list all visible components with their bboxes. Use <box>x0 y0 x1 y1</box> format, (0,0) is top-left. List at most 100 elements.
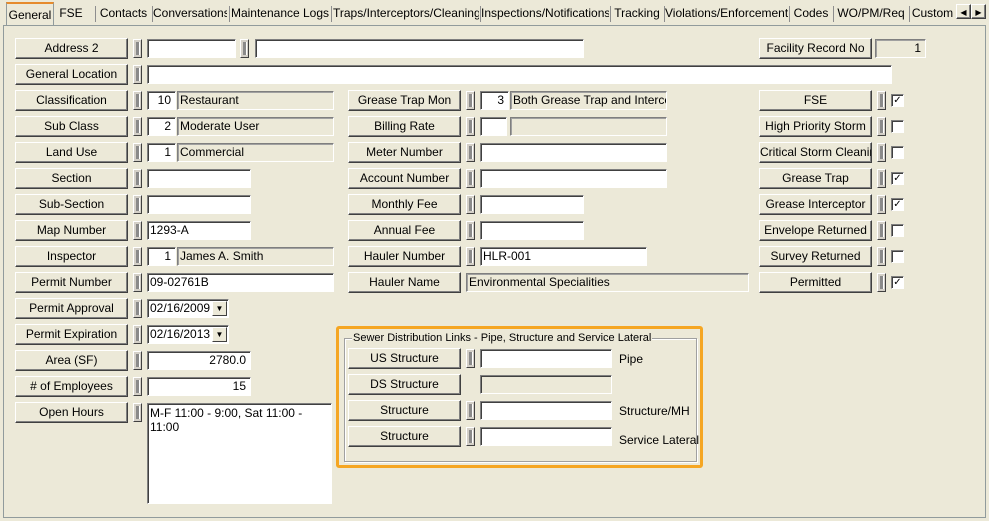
billing-rate-code-field[interactable] <box>480 117 507 136</box>
chevron-down-icon[interactable]: ▼ <box>212 327 227 342</box>
area-button[interactable]: Area (SF) <box>15 350 128 371</box>
grease-interceptor-handle[interactable] <box>877 195 886 214</box>
sub-class-button[interactable]: Sub Class <box>15 116 128 137</box>
permitted-button[interactable]: Permitted <box>759 272 872 293</box>
hauler-name-button[interactable]: Hauler Name <box>348 272 461 293</box>
billing-rate-button[interactable]: Billing Rate <box>348 116 461 137</box>
grease-trap-mon-handle[interactable] <box>466 91 475 110</box>
sub-section-button[interactable]: Sub-Section <box>15 194 128 215</box>
critical-storm-cleaning-checkbox[interactable] <box>891 146 904 159</box>
land-use-handle[interactable] <box>133 143 142 162</box>
address2-handle-2[interactable] <box>240 39 249 58</box>
permit-approval-date-picker[interactable]: 02/16/2009 ▼ <box>147 299 229 318</box>
account-number-handle[interactable] <box>466 169 475 188</box>
critical-storm-cleaning-handle[interactable] <box>877 143 886 162</box>
meter-number-handle[interactable] <box>466 143 475 162</box>
permit-approval-button[interactable]: Permit Approval <box>15 298 128 319</box>
area-field[interactable]: 2780.0 <box>147 351 251 370</box>
permit-expiration-button[interactable]: Permit Expiration <box>15 324 128 345</box>
classification-button[interactable]: Classification <box>15 90 128 111</box>
grease-interceptor-button[interactable]: Grease Interceptor <box>759 194 872 215</box>
service-lateral-field[interactable] <box>480 427 612 446</box>
structure-mh-field[interactable] <box>480 401 612 420</box>
monthly-fee-field[interactable] <box>480 195 584 214</box>
inspector-button[interactable]: Inspector <box>15 246 128 267</box>
general-location-button[interactable]: General Location <box>15 64 128 85</box>
sub-section-field[interactable] <box>147 195 251 214</box>
permit-expiration-date-picker[interactable]: 02/16/2013 ▼ <box>147 325 229 344</box>
envelope-returned-handle[interactable] <box>877 221 886 240</box>
permitted-checkbox[interactable]: ✓ <box>891 276 904 289</box>
high-priority-storm-button[interactable]: High Priority Storm <box>759 116 872 137</box>
land-use-button[interactable]: Land Use <box>15 142 128 163</box>
tab-contacts[interactable]: Contacts <box>97 4 150 24</box>
survey-returned-checkbox[interactable] <box>891 250 904 263</box>
land-use-code-field[interactable]: 1 <box>147 143 176 162</box>
tab-conversations[interactable]: Conversations <box>153 4 227 24</box>
fse-checkbox[interactable]: ✓ <box>891 94 904 107</box>
grease-trap-mon-code-field[interactable]: 3 <box>480 91 509 110</box>
address2-field-2[interactable] <box>255 39 584 58</box>
tab-wo-pm-req[interactable]: WO/PM/Req <box>834 4 908 24</box>
hauler-number-handle[interactable] <box>466 247 475 266</box>
employees-handle[interactable] <box>133 377 142 396</box>
map-number-handle[interactable] <box>133 221 142 240</box>
sub-class-code-field[interactable]: 2 <box>147 117 176 136</box>
high-priority-storm-handle[interactable] <box>877 117 886 136</box>
address2-field-1[interactable] <box>147 39 236 58</box>
general-location-handle[interactable] <box>133 65 142 84</box>
sub-class-handle[interactable] <box>133 117 142 136</box>
tab-traps-interceptors-cleanings[interactable]: Traps/Interceptors/Cleanings <box>333 4 479 24</box>
account-number-button[interactable]: Account Number <box>348 168 461 189</box>
map-number-button[interactable]: Map Number <box>15 220 128 241</box>
tab-violations-enforcements[interactable]: Violations/Enforcements <box>665 4 788 24</box>
classification-handle[interactable] <box>133 91 142 110</box>
chevron-down-icon[interactable]: ▼ <box>212 301 227 316</box>
map-number-field[interactable]: 1293-A <box>147 221 251 240</box>
monthly-fee-handle[interactable] <box>466 195 475 214</box>
permit-approval-handle[interactable] <box>133 299 142 318</box>
section-button[interactable]: Section <box>15 168 128 189</box>
grease-trap-button[interactable]: Grease Trap <box>759 168 872 189</box>
envelope-returned-checkbox[interactable] <box>891 224 904 237</box>
sub-section-handle[interactable] <box>133 195 142 214</box>
section-field[interactable] <box>147 169 251 188</box>
grease-interceptor-checkbox[interactable]: ✓ <box>891 198 904 211</box>
tab-scroll-left-button[interactable]: ◀ <box>956 4 971 19</box>
employees-field[interactable]: 15 <box>147 377 251 396</box>
survey-returned-button[interactable]: Survey Returned <box>759 246 872 267</box>
us-structure-field[interactable] <box>480 349 612 368</box>
inspector-code-field[interactable]: 1 <box>147 247 176 266</box>
tab-inspections-notifications[interactable]: Inspections/Notifications <box>481 4 609 24</box>
address2-handle[interactable] <box>133 39 142 58</box>
permitted-handle[interactable] <box>877 273 886 292</box>
tab-general[interactable]: General <box>6 2 54 25</box>
fse-flag-handle[interactable] <box>877 91 886 110</box>
annual-fee-field[interactable] <box>480 221 584 240</box>
service-lateral-button[interactable]: Structure <box>348 426 461 447</box>
tab-codes[interactable]: Codes <box>790 4 832 24</box>
tab-fse[interactable]: FSE <box>56 4 86 24</box>
open-hours-handle[interactable] <box>133 403 142 422</box>
inspector-handle[interactable] <box>133 247 142 266</box>
grease-trap-mon-button[interactable]: Grease Trap Mon <box>348 90 461 111</box>
us-structure-handle[interactable] <box>466 349 475 368</box>
tab-tracking[interactable]: Tracking <box>611 4 663 24</box>
section-handle[interactable] <box>133 169 142 188</box>
tab-scroll-right-button[interactable]: ▶ <box>971 4 986 19</box>
address2-button[interactable]: Address 2 <box>15 38 128 59</box>
permit-number-button[interactable]: Permit Number <box>15 272 128 293</box>
annual-fee-button[interactable]: Annual Fee <box>348 220 461 241</box>
open-hours-button[interactable]: Open Hours <box>15 402 128 423</box>
structure-mh-button[interactable]: Structure <box>348 400 461 421</box>
permit-expiration-handle[interactable] <box>133 325 142 344</box>
permit-number-field[interactable]: 09-02761B <box>147 273 334 292</box>
account-number-field[interactable] <box>480 169 667 188</box>
high-priority-storm-checkbox[interactable] <box>891 120 904 133</box>
fse-flag-button[interactable]: FSE <box>759 90 872 111</box>
hauler-number-field[interactable]: HLR-001 <box>480 247 647 266</box>
ds-structure-button[interactable]: DS Structure <box>348 374 461 395</box>
employees-button[interactable]: # of Employees <box>15 376 128 397</box>
permit-number-handle[interactable] <box>133 273 142 292</box>
grease-trap-checkbox[interactable]: ✓ <box>891 172 904 185</box>
